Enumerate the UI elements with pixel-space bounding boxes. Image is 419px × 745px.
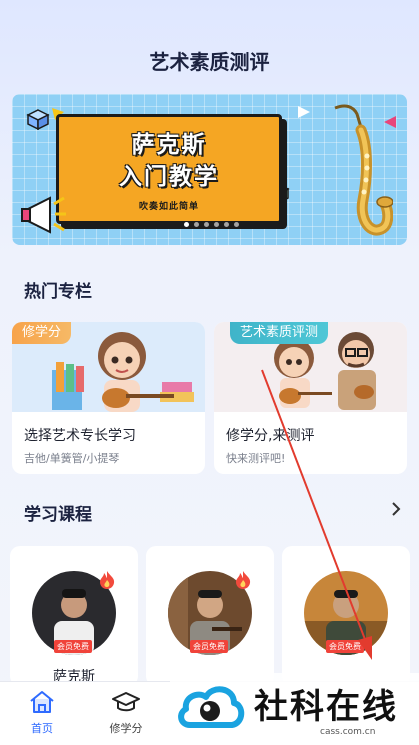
banner-line2: 入门教学 bbox=[119, 164, 219, 190]
carousel-dot[interactable] bbox=[204, 222, 209, 227]
column-name: 修学分,来测评 bbox=[226, 428, 315, 444]
member-free-badge: 会员免费 bbox=[326, 640, 364, 653]
saxophone-icon bbox=[334, 104, 393, 236]
carousel-dot[interactable] bbox=[234, 222, 239, 227]
megaphone-icon bbox=[21, 196, 66, 234]
cube-icon bbox=[26, 109, 50, 130]
member-free-badge: 会员免费 bbox=[54, 640, 92, 653]
course-card[interactable]: 会员免费 萨克斯 bbox=[10, 546, 138, 686]
tab-credits[interactable]: 修学分 bbox=[96, 690, 156, 736]
carousel-dot[interactable] bbox=[214, 222, 219, 227]
column-desc: 吉他/单簧管/小提琴 bbox=[24, 452, 120, 465]
column-tag: 艺术素质评测 bbox=[230, 322, 329, 344]
column-desc: 快来测评吧! bbox=[226, 452, 286, 465]
tab-label: 修学分 bbox=[109, 722, 143, 735]
member-free-badge: 会员免费 bbox=[190, 640, 228, 653]
graduation-cap-icon bbox=[112, 692, 140, 712]
carousel-dot[interactable] bbox=[194, 222, 199, 227]
watermark-text: 社科在线 bbox=[254, 687, 398, 727]
courses-title: 学习课程 bbox=[24, 505, 92, 525]
tab-label: 首页 bbox=[31, 722, 53, 735]
course-card[interactable]: 会员免费 bbox=[146, 546, 274, 686]
page-title: 艺术素质测评 bbox=[149, 50, 270, 74]
carousel-dot[interactable] bbox=[224, 222, 229, 227]
column-card-credits[interactable]: 修学分 选择艺术专长学习 吉他/单簧管/小提琴 bbox=[12, 322, 205, 474]
promo-banner[interactable]: 萨克斯 入门教学 吹奏如此简单 bbox=[12, 94, 407, 245]
column-tag: 修学分 bbox=[12, 322, 72, 344]
hot-columns-title: 热门专栏 bbox=[24, 282, 92, 302]
chevron-right-icon[interactable] bbox=[389, 500, 403, 518]
column-name: 选择艺术专长学习 bbox=[24, 428, 136, 444]
cloud-eye-logo bbox=[178, 686, 245, 728]
triangle-icon bbox=[298, 106, 310, 118]
carousel-dot[interactable] bbox=[184, 222, 189, 227]
home-icon bbox=[30, 691, 54, 713]
tab-home[interactable]: 首页 bbox=[12, 690, 72, 736]
watermark-url: cass.com.cn bbox=[320, 727, 376, 737]
banner-line1: 萨克斯 bbox=[131, 132, 207, 158]
banner-subtitle: 吹奏如此简单 bbox=[138, 202, 199, 212]
course-card[interactable]: 会员免费 bbox=[282, 546, 410, 686]
flame-icon bbox=[236, 571, 251, 589]
column-card-assessment[interactable]: 艺术素质评测 修学分,来测评 快来测评吧! bbox=[214, 322, 407, 474]
banner-headline-card: 萨克斯 入门教学 吹奏如此简单 bbox=[56, 114, 282, 224]
watermark: 社科在线 cass.com.cn bbox=[170, 673, 419, 745]
carousel-indicator bbox=[184, 222, 239, 227]
flame-icon bbox=[100, 571, 115, 589]
